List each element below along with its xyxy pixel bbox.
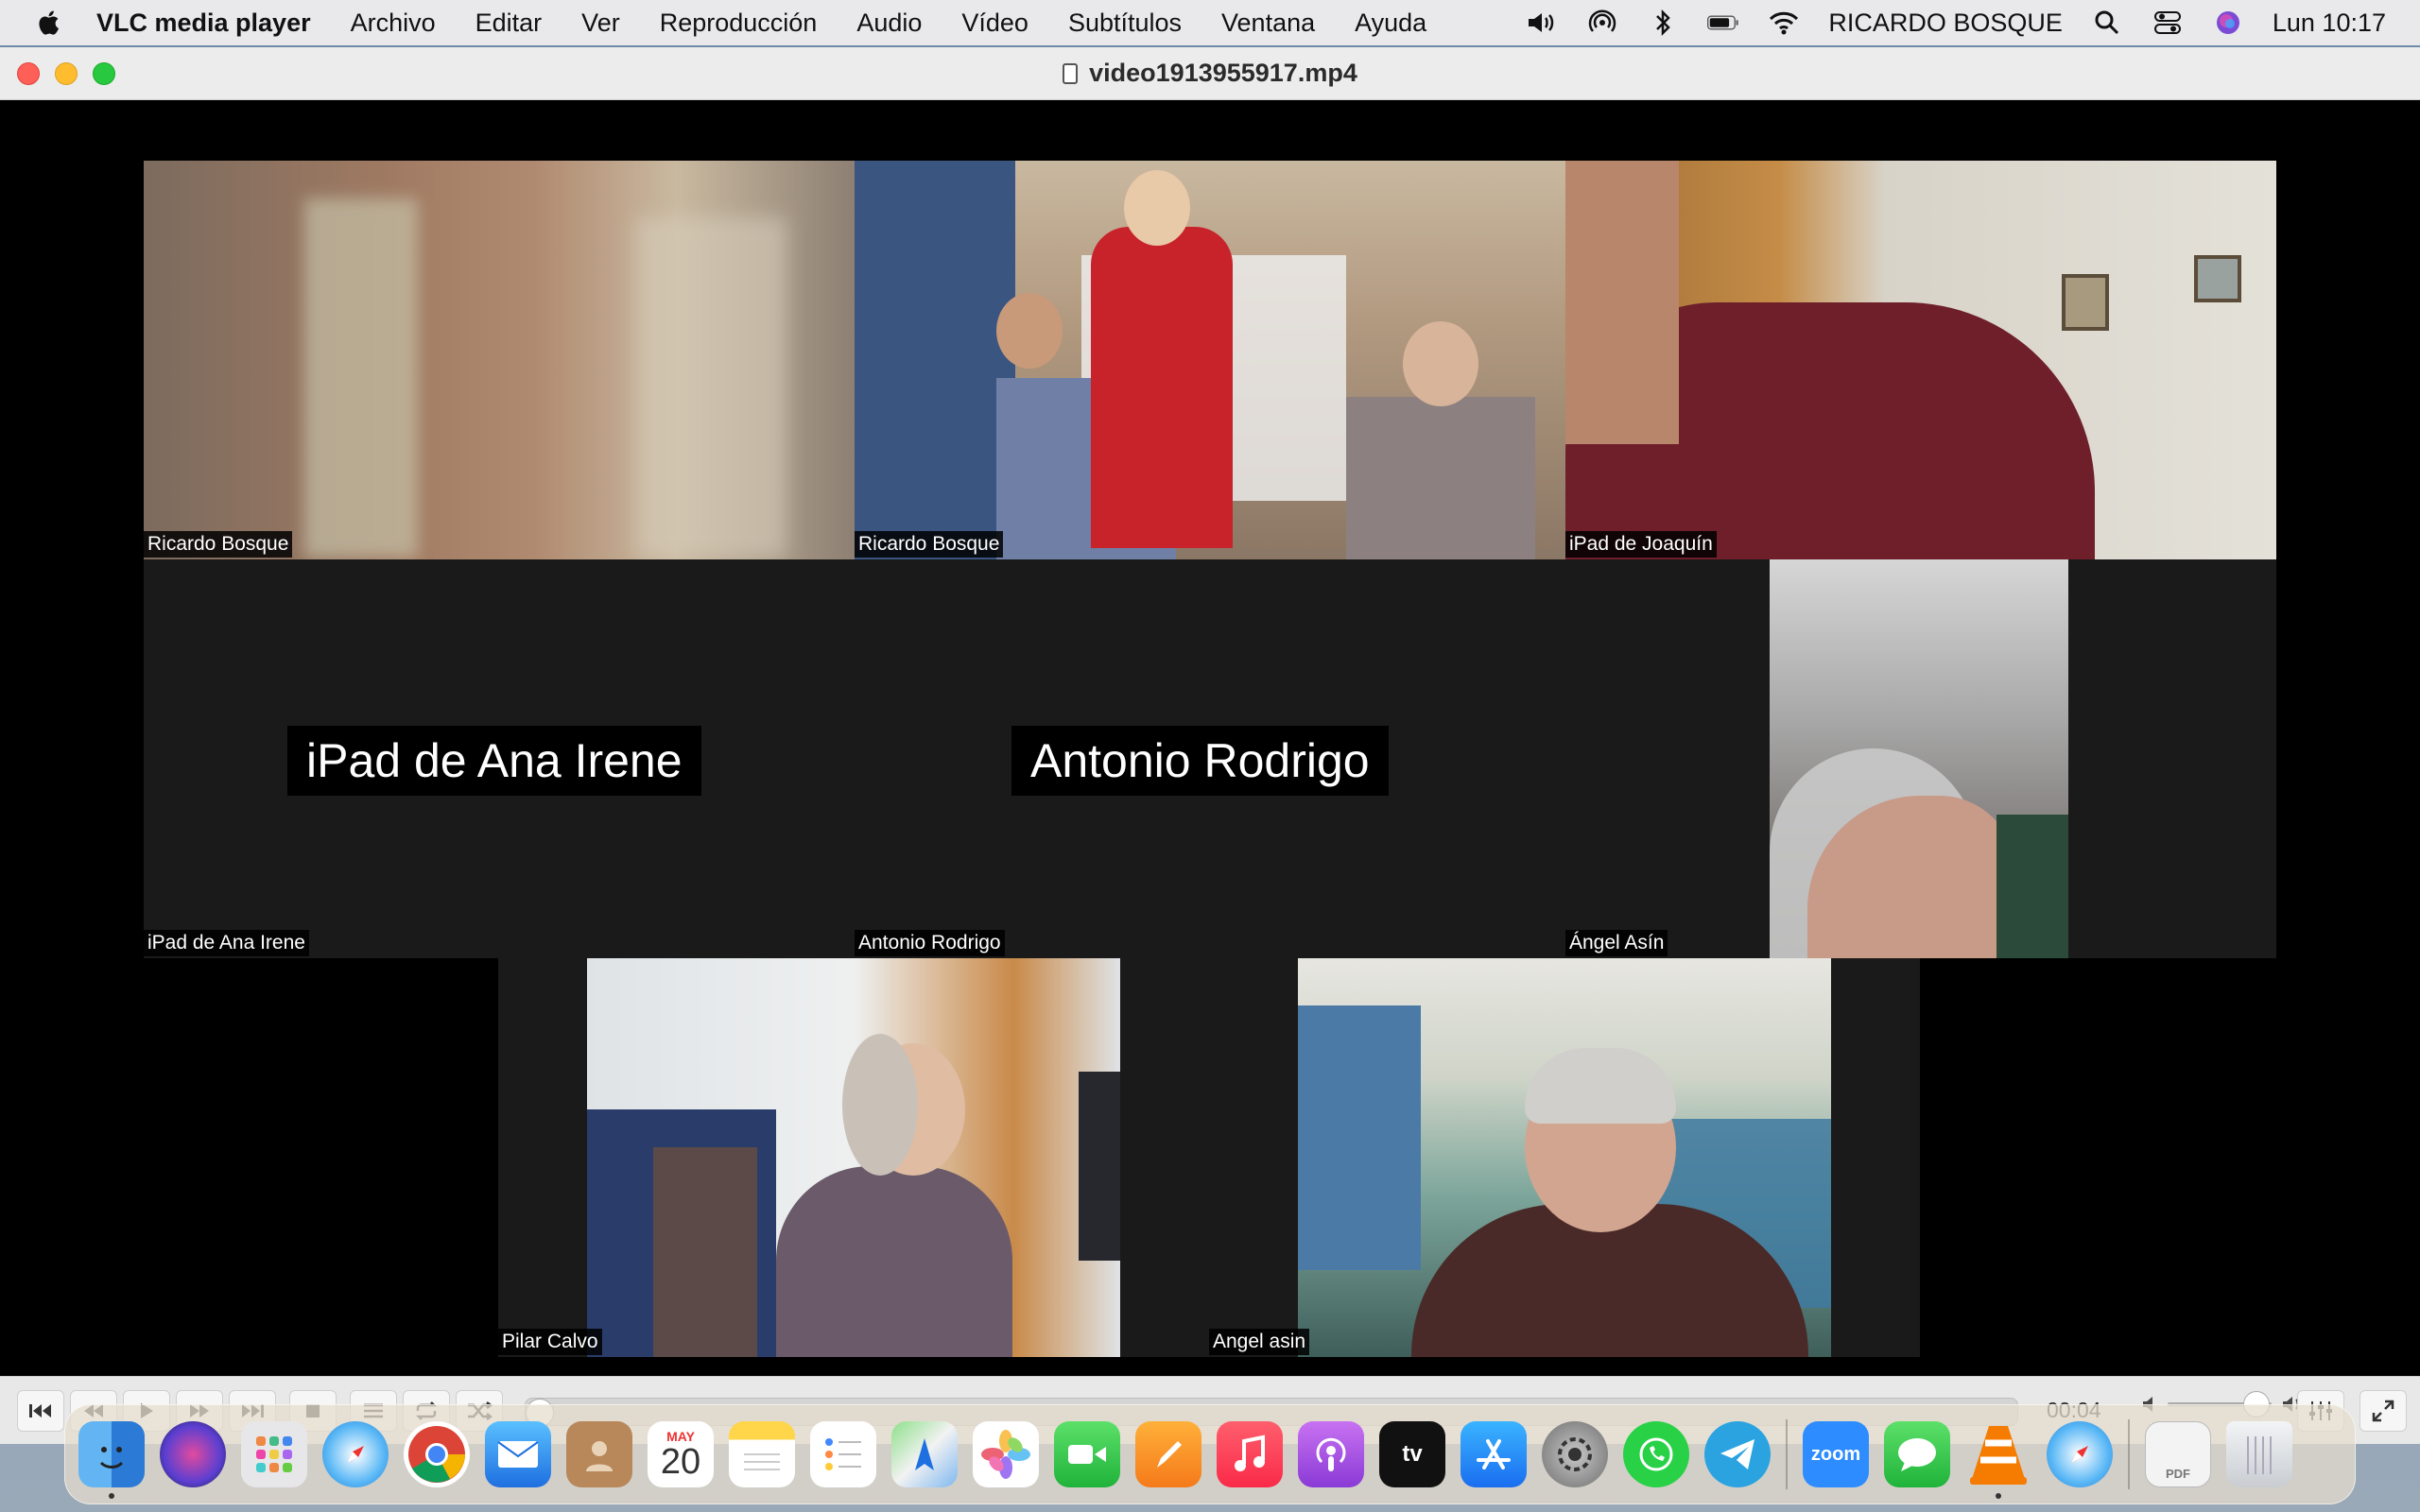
app-store-icon[interactable] xyxy=(1461,1421,1527,1487)
tv-label: tv xyxy=(1402,1441,1423,1467)
apple-menu-icon[interactable] xyxy=(36,9,64,37)
calendar-day: 20 xyxy=(660,1442,701,1482)
participant-tile: Ricardo Bosque xyxy=(144,161,855,559)
menu-editar[interactable]: Editar xyxy=(475,9,543,38)
facetime-icon[interactable] xyxy=(1054,1421,1120,1487)
menu-reproduccion[interactable]: Reproducción xyxy=(660,9,818,38)
bluetooth-icon[interactable] xyxy=(1647,9,1679,37)
running-indicator xyxy=(109,1493,114,1499)
vlc-icon[interactable] xyxy=(1965,1421,2031,1499)
zoom-icon[interactable]: zoom xyxy=(1803,1421,1869,1487)
participant-tile: Angel asin xyxy=(1209,958,1920,1357)
participant-name: Pilar Calvo xyxy=(498,1329,602,1355)
participant-tile: Ricardo Bosque xyxy=(855,161,1565,559)
participant-name: Ricardo Bosque xyxy=(144,531,293,558)
dock: MAY 20 tv zoom PDF xyxy=(64,1404,2356,1504)
menu-ver[interactable]: Ver xyxy=(581,9,620,38)
siri-icon[interactable] xyxy=(2212,9,2244,37)
pages-icon[interactable] xyxy=(1135,1421,1201,1487)
battery-icon[interactable] xyxy=(1707,9,1739,37)
chrome-icon[interactable] xyxy=(404,1421,470,1487)
participant-avatar-name: Antonio Rodrigo xyxy=(1011,726,1389,796)
participant-tile: iPad de Ana Irene iPad de Ana Irene xyxy=(144,559,855,958)
launchpad-icon[interactable] xyxy=(241,1421,307,1487)
notes-icon[interactable] xyxy=(729,1421,795,1487)
apple-tv-icon[interactable]: tv xyxy=(1379,1421,1445,1487)
participant-avatar-name: iPad de Ana Irene xyxy=(287,726,701,796)
control-center-icon[interactable] xyxy=(2152,9,2184,37)
siri-app-icon[interactable] xyxy=(160,1421,226,1487)
zoom-window-button[interactable] xyxy=(93,62,115,85)
menu-video[interactable]: Vídeo xyxy=(961,9,1028,38)
calendar-icon[interactable]: MAY 20 xyxy=(648,1421,714,1487)
contacts-icon[interactable] xyxy=(566,1421,632,1487)
participant-name: Ricardo Bosque xyxy=(855,531,1004,558)
finder-icon[interactable] xyxy=(78,1421,145,1499)
safari-icon[interactable] xyxy=(322,1421,389,1487)
music-icon[interactable] xyxy=(1217,1421,1283,1487)
photos-icon[interactable] xyxy=(973,1421,1039,1487)
participant-tile: Ángel Asín xyxy=(1565,559,2276,958)
menu-bar: VLC media player Archivo Editar Ver Repr… xyxy=(0,0,2420,45)
safari-web-app-icon[interactable] xyxy=(2047,1421,2113,1487)
reminders-icon[interactable] xyxy=(810,1421,876,1487)
pdf-document-icon[interactable]: PDF xyxy=(2145,1421,2211,1487)
participant-name: iPad de Ana Irene xyxy=(144,930,309,956)
minimize-window-button[interactable] xyxy=(55,62,78,85)
participant-name: Antonio Rodrigo xyxy=(855,930,1005,956)
dock-separator xyxy=(1786,1419,1788,1489)
menubar-clock[interactable]: Lun 10:17 xyxy=(2273,9,2386,38)
menubar-user-name[interactable]: RICARDO BOSQUE xyxy=(1828,9,2063,38)
fullscreen-button[interactable] xyxy=(2360,1390,2407,1432)
volume-icon[interactable] xyxy=(1526,9,1558,37)
maps-icon[interactable] xyxy=(891,1421,958,1487)
running-indicator xyxy=(1996,1493,2001,1499)
menu-subtitulos[interactable]: Subtítulos xyxy=(1068,9,1182,38)
previous-chapter-button[interactable] xyxy=(17,1389,64,1432)
participant-tile: Antonio Rodrigo Antonio Rodrigo xyxy=(855,559,1565,958)
whatsapp-icon[interactable] xyxy=(1623,1421,1689,1487)
menu-ventana[interactable]: Ventana xyxy=(1221,9,1315,38)
system-settings-icon[interactable] xyxy=(1542,1421,1608,1487)
menu-audio[interactable]: Audio xyxy=(856,9,922,38)
close-window-button[interactable] xyxy=(17,62,40,85)
menu-archivo[interactable]: Archivo xyxy=(351,9,436,38)
document-icon xyxy=(1063,62,1079,84)
menu-ayuda[interactable]: Ayuda xyxy=(1355,9,1426,38)
dock-separator xyxy=(2128,1419,2130,1489)
wifi-icon[interactable] xyxy=(1768,9,1800,37)
mail-icon[interactable] xyxy=(485,1421,551,1487)
window-titlebar[interactable]: video1913955917.mp4 xyxy=(0,47,2420,100)
spotlight-search-icon[interactable] xyxy=(2091,9,2123,37)
menu-app-name[interactable]: VLC media player xyxy=(96,9,311,38)
participant-name: Ángel Asín xyxy=(1565,930,1668,956)
airdrop-icon[interactable] xyxy=(1586,9,1618,37)
trash-icon[interactable] xyxy=(2226,1421,2292,1487)
zoom-label: zoom xyxy=(1810,1443,1861,1465)
messages-icon[interactable] xyxy=(1884,1421,1950,1487)
participant-name: iPad de Joaquín xyxy=(1565,531,1717,558)
participant-tile: iPad de Joaquín xyxy=(1565,161,2276,559)
participant-tile: Pilar Calvo xyxy=(498,958,1209,1357)
pdf-label: PDF xyxy=(2166,1467,2190,1481)
podcasts-icon[interactable] xyxy=(1298,1421,1364,1487)
vlc-window: video1913955917.mp4 Ricardo Bosque Ricar… xyxy=(0,47,2420,1444)
video-area[interactable]: Ricardo Bosque Ricardo Bosque iPad de Jo… xyxy=(0,100,2420,1376)
window-title: video1913955917.mp4 xyxy=(1089,59,1357,87)
telegram-icon[interactable] xyxy=(1704,1421,1771,1487)
participant-name: Angel asin xyxy=(1209,1329,1310,1355)
